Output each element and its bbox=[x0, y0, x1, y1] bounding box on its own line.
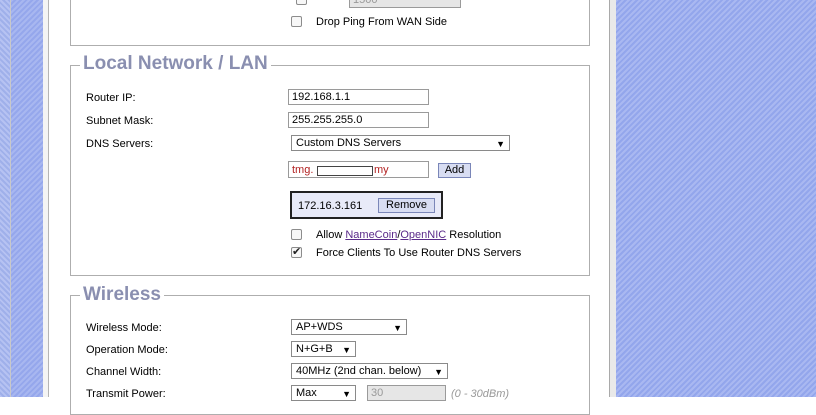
allow-namecoin-checkbox[interactable] bbox=[291, 229, 302, 240]
dns-entry: 172.16.3.161 bbox=[298, 200, 363, 212]
lan-legend: Local Network / LAN bbox=[80, 53, 271, 75]
transmit-power-input[interactable] bbox=[367, 385, 446, 401]
chevron-down-icon: ▼ bbox=[496, 139, 505, 149]
allow-prefix: Allow bbox=[316, 229, 346, 241]
chevron-down-icon: ▼ bbox=[434, 367, 443, 377]
add-dns-button[interactable]: Add bbox=[438, 163, 471, 178]
operation-mode-label: Operation Mode: bbox=[86, 344, 168, 356]
channel-width-value: 40MHz (2nd chan. below) bbox=[296, 365, 422, 377]
drop-ping-label: Drop Ping From WAN Side bbox=[316, 16, 448, 28]
opennic-link[interactable]: OpenNIC bbox=[400, 229, 446, 241]
left-background-strip bbox=[0, 0, 11, 397]
left-background-pattern bbox=[11, 0, 43, 397]
subnet-mask-input[interactable] bbox=[288, 112, 429, 128]
top-partial-input[interactable] bbox=[349, 0, 461, 8]
resolution-suffix: Resolution bbox=[446, 229, 502, 241]
allow-namecoin-label: Allow NameCoin/OpenNIC Resolution bbox=[316, 229, 501, 241]
remove-dns-button[interactable]: Remove bbox=[378, 198, 435, 213]
dns-input-suffix: my bbox=[374, 164, 389, 176]
transmit-power-value: Max bbox=[296, 387, 317, 399]
transmit-power-label: Transmit Power: bbox=[86, 388, 166, 400]
transmit-power-range: (0 - 30dBm) bbox=[451, 388, 510, 400]
dns-servers-label: DNS Servers: bbox=[86, 138, 154, 150]
chevron-down-icon: ▼ bbox=[393, 323, 402, 333]
wireless-legend: Wireless bbox=[80, 284, 164, 306]
wireless-mode-select[interactable]: AP+WDS ▼ bbox=[291, 319, 407, 335]
chevron-down-icon: ▼ bbox=[342, 389, 351, 399]
router-ip-input[interactable] bbox=[288, 89, 429, 105]
operation-mode-select[interactable]: N+G+B ▼ bbox=[291, 341, 356, 357]
redacted-box bbox=[317, 166, 373, 176]
chevron-down-icon: ▼ bbox=[342, 345, 351, 355]
wireless-mode-label: Wireless Mode: bbox=[86, 322, 162, 334]
force-clients-checkbox[interactable] bbox=[291, 245, 302, 258]
dns-servers-select-value: Custom DNS Servers bbox=[296, 137, 402, 149]
dns-input-prefix: tmg. bbox=[292, 164, 314, 176]
top-partial-checkbox[interactable] bbox=[296, 0, 307, 5]
drop-ping-checkbox[interactable] bbox=[291, 16, 302, 27]
left-page-edge bbox=[43, 0, 49, 397]
channel-width-select[interactable]: 40MHz (2nd chan. below) ▼ bbox=[291, 363, 448, 379]
dns-list-box: 172.16.3.161 Remove bbox=[290, 191, 443, 219]
right-background-pattern bbox=[616, 0, 816, 397]
wireless-mode-value: AP+WDS bbox=[296, 321, 343, 333]
transmit-power-select[interactable]: Max ▼ bbox=[291, 385, 356, 401]
channel-width-label: Channel Width: bbox=[86, 366, 162, 378]
dns-server-input[interactable]: tmg. my bbox=[288, 161, 429, 178]
router-ip-label: Router IP: bbox=[86, 92, 136, 104]
force-clients-label: Force Clients To Use Router DNS Servers bbox=[316, 247, 522, 259]
subnet-mask-label: Subnet Mask: bbox=[86, 115, 154, 127]
namecoin-link[interactable]: NameCoin bbox=[345, 229, 397, 241]
dns-servers-select[interactable]: Custom DNS Servers ▼ bbox=[291, 135, 510, 151]
operation-mode-value: N+G+B bbox=[296, 343, 333, 355]
